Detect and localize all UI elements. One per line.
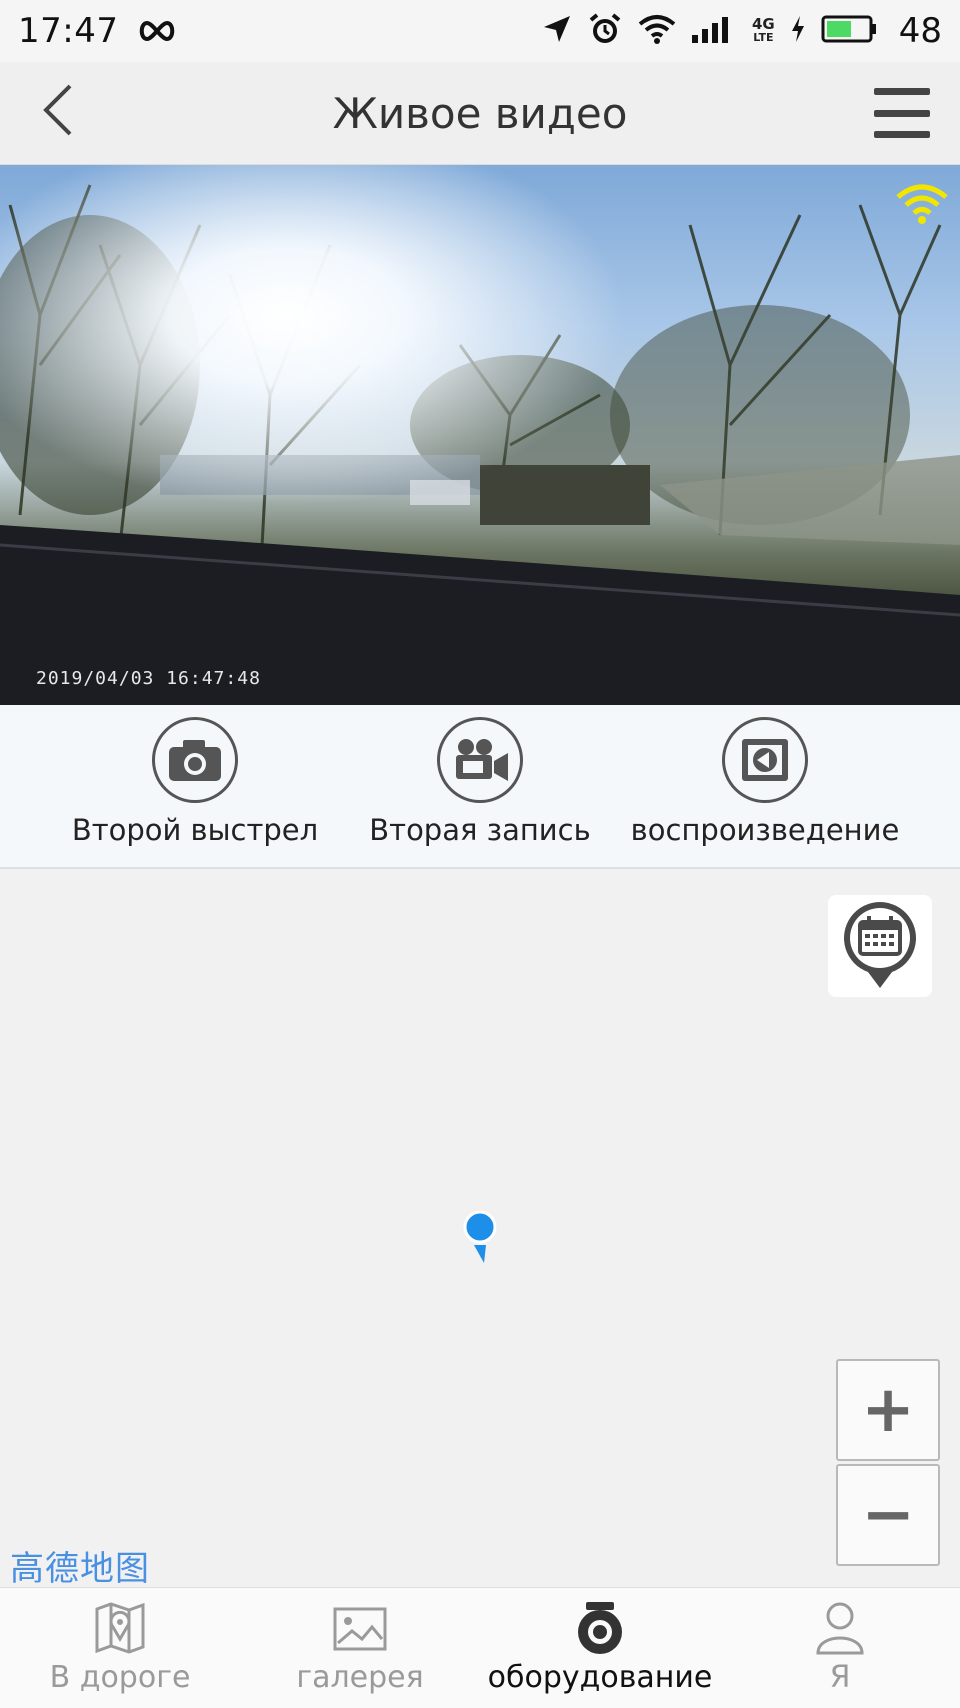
gallery-icon [330,1598,390,1658]
capture-controls: Второй выстрел Вторая запись воспроизвед… [0,705,960,869]
nav-equipment-label: оборудование [487,1660,713,1695]
map-view[interactable]: + − 高德地图 [0,869,960,1589]
bottom-navigation: В дороге галерея оборудование Я [0,1587,960,1708]
nav-gallery[interactable]: галерея [240,1598,480,1708]
record-button[interactable]: Вторая запись [330,717,630,867]
location-pin-icon [462,1210,498,1265]
wifi-icon [638,14,676,48]
calendar-button[interactable] [828,895,932,997]
status-icons: 4G LTE 48 [542,11,942,51]
signal-icon [691,15,736,47]
snapshot-label: Второй выстрел [71,813,319,847]
video-camera-icon [437,717,523,803]
video-timestamp: 2019/04/03 16:47:48 [36,668,261,689]
map-provider-logo: 高德地图 [10,1549,150,1589]
status-bar: 17:47 4G LTE 48 [0,0,960,62]
video-frame [0,165,960,705]
alarm-icon [588,12,622,50]
map-icon [90,1598,150,1658]
nav-gallery-label: галерея [296,1660,424,1695]
zoom-out-button[interactable]: − [836,1464,940,1566]
zoom-in-button[interactable]: + [836,1359,940,1461]
chevron-left-icon [40,82,76,142]
nav-me[interactable]: Я [720,1598,960,1708]
plus-icon: + [861,1373,915,1447]
nav-equipment[interactable]: оборудование [480,1598,720,1708]
header-bar: Живое видео [0,62,960,165]
camera-icon [152,717,238,803]
page-title: Живое видео [332,88,628,138]
user-icon [810,1598,870,1658]
network-type: 4G LTE [751,15,775,45]
minus-icon: − [861,1478,915,1552]
playback-label: воспроизведение [630,813,900,847]
charging-icon [791,16,805,46]
calendar-pin-icon [840,898,920,994]
wifi-icon [894,179,950,227]
status-time: 17:47 [18,11,119,51]
menu-button[interactable] [874,88,930,138]
battery-icon [821,15,877,47]
battery-percent: 48 [898,11,942,51]
playback-button[interactable]: воспроизведение [615,717,915,867]
snapshot-button[interactable]: Второй выстрел [45,717,345,867]
location-arrow-icon [542,14,572,48]
record-label: Вторая запись [369,813,591,847]
dashcam-icon [570,1598,630,1658]
playback-icon [722,717,808,803]
back-button[interactable] [30,84,86,140]
infinity-icon [136,19,178,43]
hamburger-menu-icon [874,88,930,95]
live-video-preview[interactable]: 2019/04/03 16:47:48 [0,165,960,705]
nav-on-road-label: В дороге [49,1660,191,1695]
nav-on-road[interactable]: В дороге [0,1598,240,1708]
nav-me-label: Я [829,1660,851,1695]
